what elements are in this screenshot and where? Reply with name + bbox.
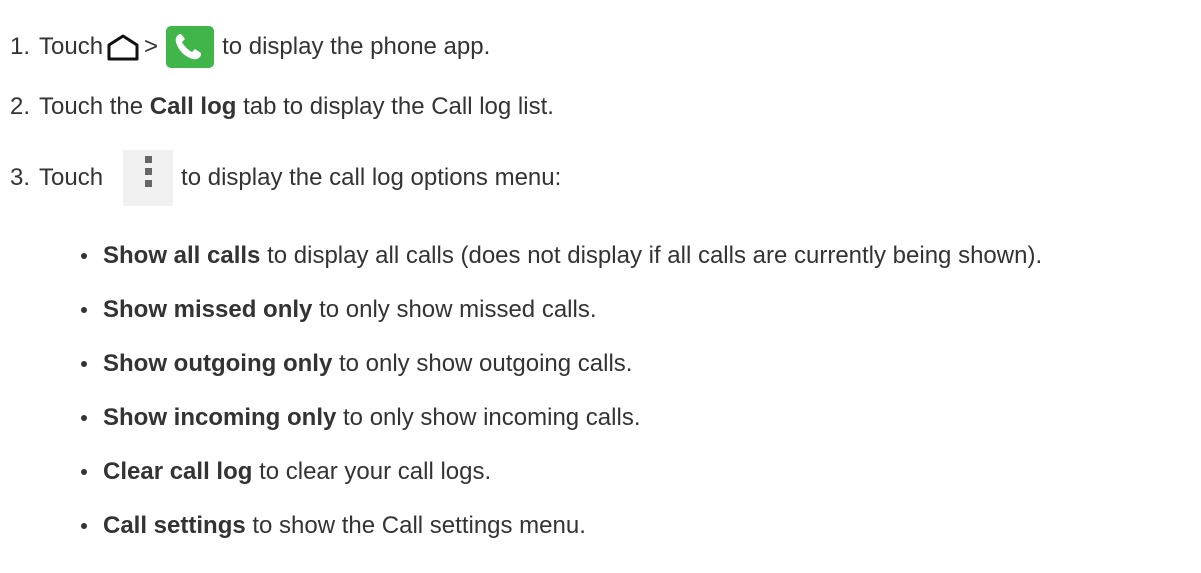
- bullet-icon: [81, 253, 87, 259]
- option-label: Call settings: [103, 512, 246, 539]
- option-description: to clear your call logs.: [259, 458, 492, 485]
- bullet-icon: [81, 361, 87, 367]
- bullet-icon: [81, 307, 87, 313]
- step-text-after: tab to display the Call log list.: [243, 93, 554, 120]
- step-number: 2.: [10, 93, 31, 120]
- option-description: to only show incoming calls.: [343, 404, 641, 431]
- step-separator: >: [144, 33, 159, 60]
- step-2: 2. Touch the Call log tab to display the…: [0, 87, 554, 127]
- option-label: Show missed only: [103, 296, 313, 323]
- call-log-tab-label: Call log: [149, 93, 237, 120]
- bullet-icon: [81, 469, 87, 475]
- option-description: to only show outgoing calls.: [338, 350, 633, 377]
- home-icon: [106, 33, 140, 61]
- option-label: Clear call log: [103, 458, 253, 485]
- bullet-icon: [81, 523, 87, 529]
- option-clear-call-log: Clear call log to clear your call logs.: [81, 454, 491, 490]
- step-number: 3.: [10, 164, 31, 191]
- option-label: Show all calls: [103, 242, 261, 269]
- option-description: to display all calls (does not display i…: [267, 242, 1043, 269]
- step-number: 1.: [10, 33, 31, 60]
- step-3: 3. Touch to display the call log options…: [0, 150, 561, 206]
- option-show-all-calls: Show all calls to display all calls (doe…: [81, 238, 1042, 274]
- option-show-incoming-only: Show incoming only to only show incoming…: [81, 400, 640, 436]
- instructions-page: 1. Touch > to display the phone app. 2. …: [0, 0, 1201, 573]
- option-show-missed-only: Show missed only to only show missed cal…: [81, 292, 597, 328]
- option-label: Show incoming only: [103, 404, 337, 431]
- bullet-icon: [81, 415, 87, 421]
- option-description: to show the Call settings menu.: [252, 512, 586, 539]
- step-text-before: Touch the: [39, 93, 144, 120]
- option-call-settings: Call settings to show the Call settings …: [81, 508, 586, 544]
- step-1: 1. Touch > to display the phone app.: [0, 26, 491, 68]
- step-text-before: Touch: [39, 33, 104, 60]
- step-text-after: to display the call log options menu:: [181, 164, 562, 191]
- phone-app-icon: [166, 26, 215, 68]
- option-description: to only show missed calls.: [319, 296, 597, 323]
- option-show-outgoing-only: Show outgoing only to only show outgoing…: [81, 346, 632, 382]
- step-text-after: to display the phone app.: [222, 33, 491, 60]
- step-text-before: Touch: [39, 164, 104, 191]
- option-label: Show outgoing only: [103, 350, 333, 377]
- overflow-menu-icon: [123, 150, 174, 206]
